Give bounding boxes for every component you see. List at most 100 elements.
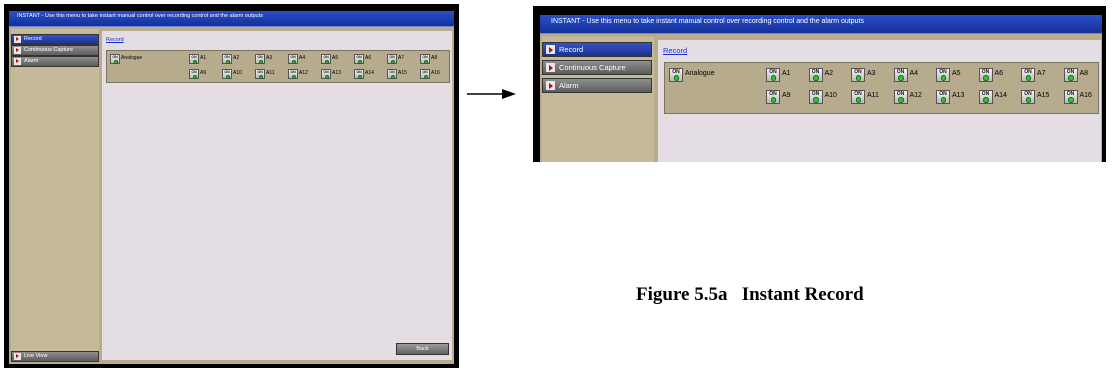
menu-item-alarm[interactable]: Alarm <box>542 78 652 93</box>
arrow-right-icon <box>467 89 516 99</box>
channel-label: A13 <box>332 70 341 76</box>
menu-item-label: Continuous Capture <box>24 47 73 53</box>
status-led-icon <box>813 75 819 81</box>
status-led-icon <box>770 97 776 103</box>
record-section-link[interactable]: Record <box>106 37 124 43</box>
channel-label: A15 <box>398 70 407 76</box>
on-label: ON <box>422 55 428 59</box>
on-toggle-button[interactable]: ON <box>808 90 823 104</box>
title-bar: INSTANT - Use this menu to take instant … <box>9 11 454 27</box>
on-toggle-button[interactable]: ON <box>766 68 780 82</box>
status-led-icon <box>940 97 946 103</box>
channel-label: A5 <box>332 55 339 61</box>
on-toggle-button[interactable]: ON <box>808 68 823 82</box>
channel-label: A11 <box>266 70 275 76</box>
status-led-icon <box>192 74 197 79</box>
status-led-icon <box>1068 75 1074 81</box>
on-label: ON <box>224 55 230 59</box>
on-toggle-button[interactable]: ON <box>766 90 780 104</box>
menu-item-label: Alarm <box>559 81 579 90</box>
chevron-right-icon <box>14 36 21 43</box>
status-led-icon <box>291 59 296 64</box>
on-toggle-button[interactable]: ON <box>1063 90 1078 104</box>
on-toggle-button[interactable]: ON <box>354 54 364 64</box>
menu-item-label: Record <box>559 45 584 54</box>
status-led-icon <box>1025 97 1031 103</box>
on-label: ON <box>356 70 362 74</box>
sidebar: Record Continuous Capture Alarm Live Vie… <box>11 29 99 362</box>
menu-item-continuous-capture[interactable]: Continuous Capture <box>11 45 99 56</box>
on-toggle-button[interactable]: ON <box>1063 68 1078 82</box>
on-toggle-button[interactable]: ON <box>288 54 298 64</box>
channel-label: A10 <box>233 70 242 76</box>
menu-item-label: Live View <box>24 353 48 359</box>
channel-label: A1 <box>782 70 791 77</box>
on-label: ON <box>422 70 428 74</box>
status-led-icon <box>324 59 329 64</box>
record-section-link[interactable]: Record <box>663 46 687 55</box>
channel-label: A14 <box>365 70 374 76</box>
on-toggle-button[interactable]: ON <box>288 69 298 79</box>
on-toggle-button[interactable]: ON <box>354 69 364 79</box>
on-toggle-button[interactable]: ON <box>420 69 430 79</box>
chevron-right-icon <box>546 81 555 90</box>
status-led-icon <box>813 97 819 103</box>
on-toggle-button[interactable]: ON <box>189 54 199 64</box>
menu-item-record[interactable]: Record <box>11 34 99 45</box>
channel-label: A3 <box>266 55 273 61</box>
on-toggle-button[interactable]: ON <box>1021 68 1035 82</box>
channel-label: Analogue <box>121 55 143 61</box>
menu-item-continuous-capture[interactable]: Continuous Capture <box>542 60 652 75</box>
figure-caption: Figure 5.5a Instant Record <box>636 284 864 305</box>
status-led-icon <box>898 75 904 81</box>
menu-item-record[interactable]: Record <box>542 42 652 57</box>
channel-label: A11 <box>867 92 879 99</box>
on-toggle-button[interactable]: ON <box>893 90 908 104</box>
status-led-icon <box>855 75 861 81</box>
on-toggle-button[interactable]: ON <box>851 90 865 104</box>
on-label: ON <box>191 55 197 59</box>
on-label: ON <box>224 70 230 74</box>
channel-label: A13 <box>952 92 965 99</box>
on-toggle-button[interactable]: ON <box>387 69 397 79</box>
on-toggle-button[interactable]: ON <box>222 69 232 79</box>
on-toggle-button[interactable]: ON <box>387 54 397 64</box>
status-led-icon <box>291 74 296 79</box>
on-toggle-button[interactable]: ON <box>110 54 120 64</box>
on-toggle-button[interactable]: ON <box>1021 90 1035 104</box>
channel-label: A2 <box>233 55 240 61</box>
title-bar: INSTANT - Use this menu to take instant … <box>540 15 1102 34</box>
on-toggle-button[interactable]: ON <box>255 54 265 64</box>
on-toggle-button[interactable]: ON <box>669 68 683 82</box>
channel-label: A4 <box>909 70 919 77</box>
on-toggle-button[interactable]: ON <box>321 69 331 79</box>
on-toggle-button[interactable]: ON <box>978 68 993 82</box>
on-label: ON <box>323 55 329 59</box>
back-button[interactable]: Back <box>396 343 449 355</box>
channel-label: A4 <box>299 55 306 61</box>
on-label: ON <box>191 70 197 74</box>
on-toggle-button[interactable]: ON <box>420 54 430 64</box>
channel-label: A7 <box>1037 70 1046 77</box>
on-toggle-button[interactable]: ON <box>321 54 331 64</box>
status-led-icon <box>983 75 989 81</box>
status-led-icon <box>855 97 861 103</box>
channel-label: A1 <box>200 55 207 61</box>
on-toggle-button[interactable]: ON <box>936 90 950 104</box>
on-toggle-button[interactable]: ON <box>978 90 993 104</box>
channel-label: Analogue <box>685 70 715 77</box>
status-led-icon <box>940 75 946 81</box>
on-toggle-button[interactable]: ON <box>936 68 950 82</box>
menu-item-alarm[interactable]: Alarm <box>11 56 99 67</box>
on-toggle-button[interactable]: ON <box>189 69 199 79</box>
on-toggle-button[interactable]: ON <box>222 54 232 64</box>
on-toggle-button[interactable]: ON <box>255 69 265 79</box>
status-led-icon <box>357 59 362 64</box>
on-toggle-button[interactable]: ON <box>851 68 865 82</box>
on-toggle-button[interactable]: ON <box>893 68 908 82</box>
channel-label: A2 <box>824 70 834 77</box>
on-label: ON <box>257 55 263 59</box>
channel-label: A12 <box>299 70 308 76</box>
menu-item-live-view[interactable]: Live View <box>11 351 99 362</box>
status-led-icon <box>225 74 230 79</box>
